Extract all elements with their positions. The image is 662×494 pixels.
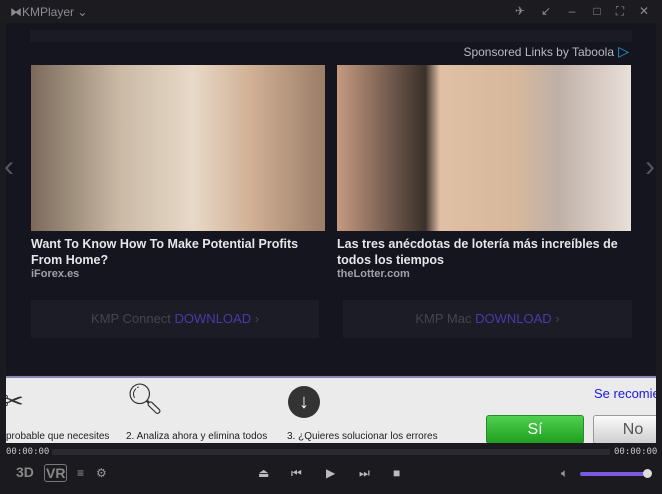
pin-icon[interactable]: ✈: [512, 4, 528, 18]
download-action: DOWNLOAD: [475, 311, 552, 326]
minimize-icon[interactable]: –: [564, 4, 580, 18]
play-icon[interactable]: ▶: [326, 466, 335, 480]
ad-title-2[interactable]: Las tres anécdotas de lotería más increí…: [337, 236, 637, 268]
banner-ad[interactable]: ✂ probable que necesites 🔍︎ 2. Analiza a…: [6, 376, 656, 443]
previous-icon[interactable]: ⏮: [291, 466, 302, 481]
kmp-mac-download-button[interactable]: KMP Mac DOWNLOAD ›: [343, 300, 632, 338]
close-icon[interactable]: ✕: [636, 4, 652, 18]
volume-slider[interactable]: [580, 472, 647, 476]
taboola-icon[interactable]: ▷: [618, 43, 629, 60]
next-icon[interactable]: ⏭: [359, 466, 370, 481]
banner-step-1: probable que necesites: [6, 431, 110, 442]
eject-icon[interactable]: ⏏: [258, 466, 269, 480]
vr-button[interactable]: VR: [44, 464, 68, 482]
recommend-link[interactable]: Se recomie: [594, 386, 656, 401]
no-button[interactable]: No: [593, 415, 656, 443]
volume-icon[interactable]: 🔈︎: [561, 466, 568, 481]
download-action: DOWNLOAD: [174, 311, 252, 326]
prev-arrow-icon[interactable]: ‹: [4, 150, 14, 184]
app-title[interactable]: ⧓KMPlayer ⌄: [10, 5, 87, 19]
download-label: KMP Mac: [415, 311, 472, 326]
playlist-icon[interactable]: ≡: [77, 466, 84, 480]
volume-handle[interactable]: [642, 469, 652, 478]
seek-bar[interactable]: [52, 449, 610, 455]
ad-source-2[interactable]: theLotter.com: [337, 268, 410, 280]
3d-button[interactable]: 3D: [16, 464, 34, 480]
stop-icon[interactable]: ■: [393, 466, 400, 480]
ad-image-1[interactable]: [31, 65, 325, 231]
banner-step-2: 2. Analiza ahora y elimina todos: [126, 431, 268, 442]
search-icon: 🔍︎: [126, 383, 165, 416]
sponsored-label[interactable]: Sponsored Links by Taboola: [463, 45, 614, 59]
app-title-text: KMPlayer: [22, 5, 75, 19]
time-total: 00:00:00: [614, 447, 658, 457]
divider: [30, 30, 632, 42]
yes-button[interactable]: Sí: [486, 415, 584, 443]
fullscreen-icon[interactable]: ⛶: [612, 4, 628, 19]
banner-step-3: 3. ¿Quieres solucionar los errores: [287, 431, 438, 442]
kmp-connect-download-button[interactable]: KMP Connect DOWNLOAD ›: [31, 300, 319, 338]
ad-image-2[interactable]: [337, 65, 631, 231]
next-arrow-icon[interactable]: ›: [645, 150, 655, 184]
gear-icon[interactable]: ⚙: [96, 466, 107, 480]
ad-source-1[interactable]: iForex.es: [31, 268, 79, 280]
mini-mode-icon[interactable]: ↙: [538, 4, 554, 18]
download-label: KMP Connect: [90, 311, 171, 326]
maximize-icon[interactable]: □: [589, 4, 605, 18]
title-bar: ⧓KMPlayer ⌄ ✈ ↙ – □ ⛶ ✕: [0, 0, 662, 23]
tool-icon: ✂: [6, 386, 24, 417]
download-arrow-icon: ↓: [288, 386, 320, 418]
time-current: 00:00:00: [6, 447, 50, 457]
ad-title-1[interactable]: Want To Know How To Make Potential Profi…: [31, 236, 331, 268]
